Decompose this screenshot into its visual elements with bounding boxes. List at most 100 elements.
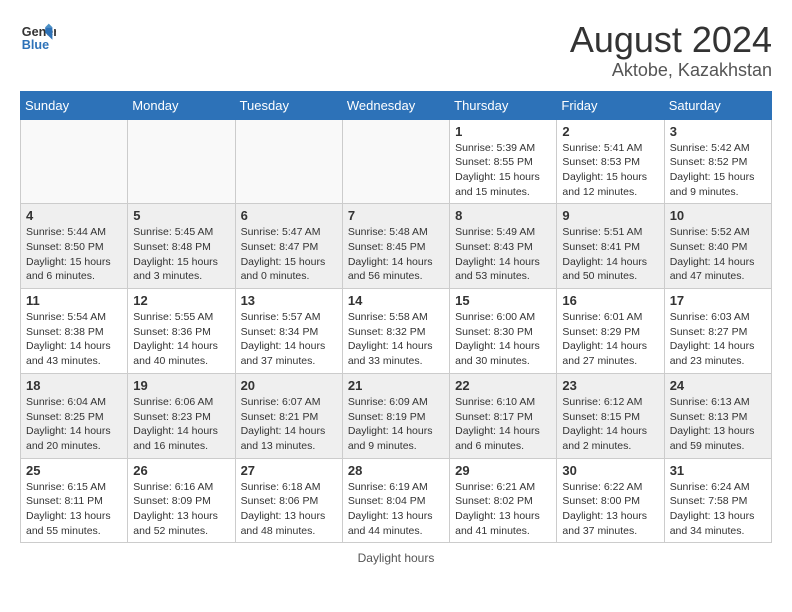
logo-icon: General Blue [20, 20, 56, 56]
weekday-tuesday: Tuesday [235, 91, 342, 119]
calendar-cell: 6 Sunrise: 5:47 AM Sunset: 8:47 PM Daylig… [235, 204, 342, 289]
day-number: 29 [455, 463, 551, 478]
calendar-cell: 20 Sunrise: 6:07 AM Sunset: 8:21 PM Dayli… [235, 373, 342, 458]
day-number: 11 [26, 293, 122, 308]
calendar-cell: 2Sunrise: 5:41 AM Sunset: 8:53 PM Daylig… [557, 119, 664, 204]
day-info: Sunrise: 6:03 AM Sunset: 8:27 PM Dayligh… [670, 310, 766, 369]
day-number: 12 [133, 293, 229, 308]
calendar-cell [128, 119, 235, 204]
day-number: 22 [455, 378, 551, 393]
calendar-cell: 19 Sunrise: 6:06 AM Sunset: 8:23 PM Dayli… [128, 373, 235, 458]
day-info: Sunrise: 6:01 AM Sunset: 8:29 PM Dayligh… [562, 310, 658, 369]
day-info: Sunrise: 6:12 AM Sunset: 8:15 PM Dayligh… [562, 395, 658, 454]
calendar-cell: 26 Sunrise: 6:16 AM Sunset: 8:09 PM Dayli… [128, 458, 235, 543]
day-number: 30 [562, 463, 658, 478]
day-number: 23 [562, 378, 658, 393]
calendar-cell: 15 Sunrise: 6:00 AM Sunset: 8:30 PM Dayli… [450, 289, 557, 374]
day-number: 15 [455, 293, 551, 308]
day-info: Sunrise: 5:45 AM Sunset: 8:48 PM Dayligh… [133, 225, 229, 284]
week-row-1: 1Sunrise: 5:39 AM Sunset: 8:55 PM Daylig… [21, 119, 772, 204]
location: Aktobe, Kazakhstan [570, 60, 772, 81]
week-row-4: 18 Sunrise: 6:04 AM Sunset: 8:25 PM Dayli… [21, 373, 772, 458]
day-info: Sunrise: 6:19 AM Sunset: 8:04 PM Dayligh… [348, 480, 444, 539]
day-number: 9 [562, 208, 658, 223]
weekday-thursday: Thursday [450, 91, 557, 119]
day-info: Sunrise: 5:57 AM Sunset: 8:34 PM Dayligh… [241, 310, 337, 369]
day-info: Sunrise: 6:22 AM Sunset: 8:00 PM Dayligh… [562, 480, 658, 539]
calendar-cell: 28 Sunrise: 6:19 AM Sunset: 8:04 PM Dayli… [342, 458, 449, 543]
day-number: 5 [133, 208, 229, 223]
day-info: Sunrise: 6:10 AM Sunset: 8:17 PM Dayligh… [455, 395, 551, 454]
day-number: 27 [241, 463, 337, 478]
day-number: 21 [348, 378, 444, 393]
calendar-table: SundayMondayTuesdayWednesdayThursdayFrid… [20, 91, 772, 544]
day-info: Sunrise: 5:41 AM Sunset: 8:53 PM Dayligh… [562, 141, 658, 200]
day-info: Sunrise: 6:16 AM Sunset: 8:09 PM Dayligh… [133, 480, 229, 539]
day-info: Sunrise: 6:07 AM Sunset: 8:21 PM Dayligh… [241, 395, 337, 454]
week-row-3: 11 Sunrise: 5:54 AM Sunset: 8:38 PM Dayli… [21, 289, 772, 374]
calendar-cell: 18 Sunrise: 6:04 AM Sunset: 8:25 PM Dayli… [21, 373, 128, 458]
title-block: August 2024 Aktobe, Kazakhstan [570, 20, 772, 81]
logo: General Blue [20, 20, 56, 56]
page-header: General Blue August 2024 Aktobe, Kazakhs… [20, 20, 772, 81]
day-info: Sunrise: 5:55 AM Sunset: 8:36 PM Dayligh… [133, 310, 229, 369]
footer-note: Daylight hours [20, 551, 772, 565]
calendar-cell: 30 Sunrise: 6:22 AM Sunset: 8:00 PM Dayli… [557, 458, 664, 543]
calendar-cell: 29 Sunrise: 6:21 AM Sunset: 8:02 PM Dayli… [450, 458, 557, 543]
weekday-saturday: Saturday [664, 91, 771, 119]
calendar-cell [235, 119, 342, 204]
day-info: Sunrise: 5:39 AM Sunset: 8:55 PM Dayligh… [455, 141, 551, 200]
day-number: 13 [241, 293, 337, 308]
calendar-cell [21, 119, 128, 204]
day-info: Sunrise: 6:06 AM Sunset: 8:23 PM Dayligh… [133, 395, 229, 454]
calendar-cell: 17Sunrise: 6:03 AM Sunset: 8:27 PM Dayli… [664, 289, 771, 374]
day-info: Sunrise: 6:21 AM Sunset: 8:02 PM Dayligh… [455, 480, 551, 539]
calendar-cell: 9Sunrise: 5:51 AM Sunset: 8:41 PM Daylig… [557, 204, 664, 289]
calendar-cell: 14 Sunrise: 5:58 AM Sunset: 8:32 PM Dayli… [342, 289, 449, 374]
day-number: 19 [133, 378, 229, 393]
calendar-cell: 5 Sunrise: 5:45 AM Sunset: 8:48 PM Daylig… [128, 204, 235, 289]
calendar-cell: 1Sunrise: 5:39 AM Sunset: 8:55 PM Daylig… [450, 119, 557, 204]
svg-text:Blue: Blue [22, 38, 49, 52]
calendar-cell: 3 Sunrise: 5:42 AM Sunset: 8:52 PM Daylig… [664, 119, 771, 204]
day-number: 4 [26, 208, 122, 223]
weekday-header-row: SundayMondayTuesdayWednesdayThursdayFrid… [21, 91, 772, 119]
day-info: Sunrise: 6:00 AM Sunset: 8:30 PM Dayligh… [455, 310, 551, 369]
calendar-cell: 22 Sunrise: 6:10 AM Sunset: 8:17 PM Dayli… [450, 373, 557, 458]
day-info: Sunrise: 6:24 AM Sunset: 7:58 PM Dayligh… [670, 480, 766, 539]
day-number: 28 [348, 463, 444, 478]
day-info: Sunrise: 6:15 AM Sunset: 8:11 PM Dayligh… [26, 480, 122, 539]
weekday-friday: Friday [557, 91, 664, 119]
day-info: Sunrise: 5:47 AM Sunset: 8:47 PM Dayligh… [241, 225, 337, 284]
day-number: 18 [26, 378, 122, 393]
month-year: August 2024 [570, 20, 772, 60]
day-number: 20 [241, 378, 337, 393]
calendar-cell: 11 Sunrise: 5:54 AM Sunset: 8:38 PM Dayli… [21, 289, 128, 374]
day-info: Sunrise: 5:48 AM Sunset: 8:45 PM Dayligh… [348, 225, 444, 284]
day-number: 14 [348, 293, 444, 308]
day-number: 26 [133, 463, 229, 478]
calendar-cell: 24Sunrise: 6:13 AM Sunset: 8:13 PM Dayli… [664, 373, 771, 458]
day-info: Sunrise: 6:18 AM Sunset: 8:06 PM Dayligh… [241, 480, 337, 539]
day-number: 7 [348, 208, 444, 223]
day-number: 16 [562, 293, 658, 308]
calendar-cell [342, 119, 449, 204]
weekday-sunday: Sunday [21, 91, 128, 119]
day-number: 8 [455, 208, 551, 223]
day-info: Sunrise: 5:58 AM Sunset: 8:32 PM Dayligh… [348, 310, 444, 369]
calendar-cell: 23 Sunrise: 6:12 AM Sunset: 8:15 PM Dayli… [557, 373, 664, 458]
day-info: Sunrise: 6:09 AM Sunset: 8:19 PM Dayligh… [348, 395, 444, 454]
week-row-2: 4 Sunrise: 5:44 AM Sunset: 8:50 PM Daylig… [21, 204, 772, 289]
day-number: 6 [241, 208, 337, 223]
day-number: 24 [670, 378, 766, 393]
day-info: Sunrise: 5:44 AM Sunset: 8:50 PM Dayligh… [26, 225, 122, 284]
calendar-cell: 8Sunrise: 5:49 AM Sunset: 8:43 PM Daylig… [450, 204, 557, 289]
day-info: Sunrise: 6:04 AM Sunset: 8:25 PM Dayligh… [26, 395, 122, 454]
day-info: Sunrise: 5:42 AM Sunset: 8:52 PM Dayligh… [670, 141, 766, 200]
day-info: Sunrise: 5:54 AM Sunset: 8:38 PM Dayligh… [26, 310, 122, 369]
day-number: 3 [670, 124, 766, 139]
day-info: Sunrise: 5:52 AM Sunset: 8:40 PM Dayligh… [670, 225, 766, 284]
calendar-cell: 12 Sunrise: 5:55 AM Sunset: 8:36 PM Dayli… [128, 289, 235, 374]
calendar-cell: 10Sunrise: 5:52 AM Sunset: 8:40 PM Dayli… [664, 204, 771, 289]
calendar-cell: 16 Sunrise: 6:01 AM Sunset: 8:29 PM Dayli… [557, 289, 664, 374]
